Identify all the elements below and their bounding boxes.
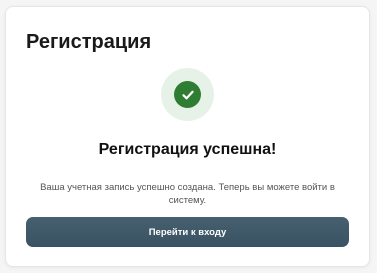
- go-to-login-button[interactable]: Перейти к входу: [26, 217, 349, 247]
- registration-card: Регистрация Регистрация успешна! Ваша уч…: [5, 6, 370, 267]
- success-message: Ваша учетная запись успешно создана. Теп…: [40, 182, 335, 206]
- success-heading: Регистрация успешна!: [98, 141, 277, 158]
- checkmark-icon: [181, 90, 194, 99]
- check-circle-icon: [174, 81, 201, 108]
- card-title: Регистрация: [26, 31, 152, 53]
- success-badge: [161, 68, 214, 121]
